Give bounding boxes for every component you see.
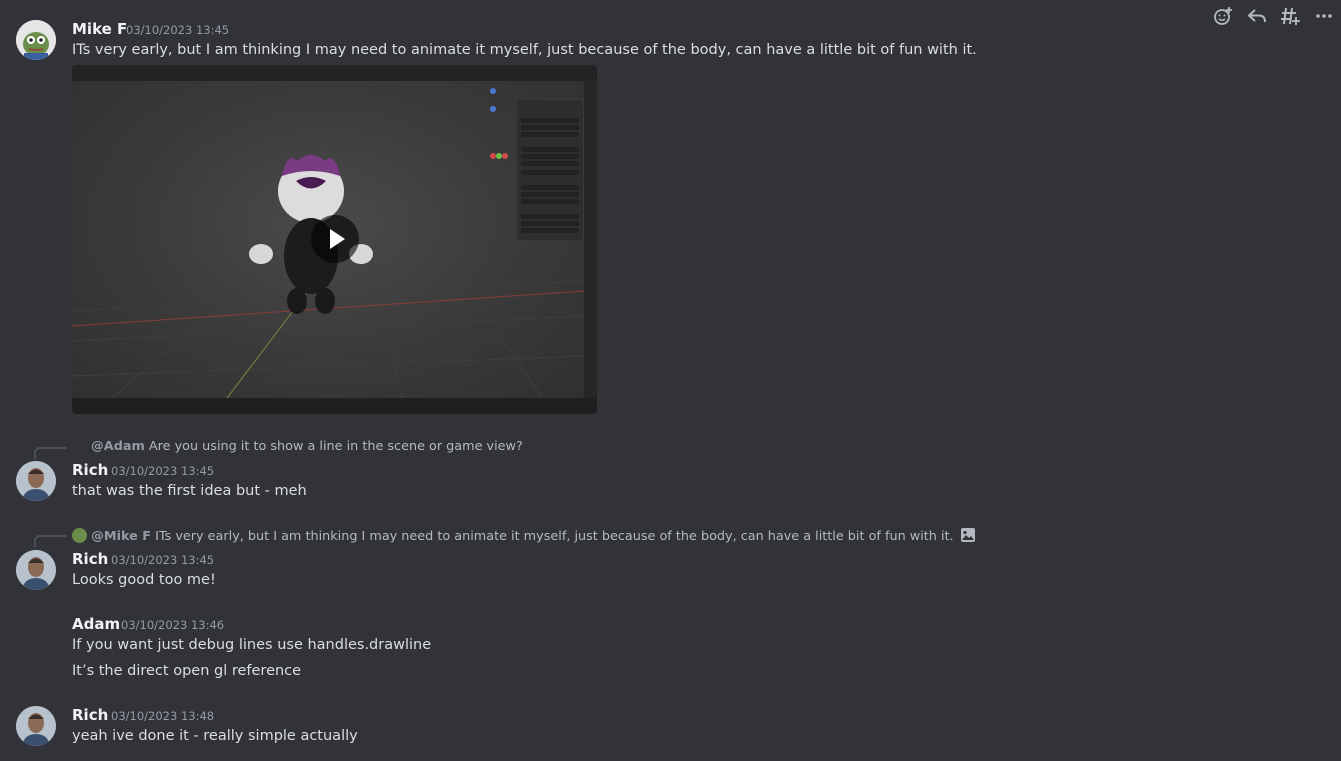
add-reaction-icon[interactable]	[1211, 4, 1235, 28]
message-text: that was the first idea but - meh	[72, 483, 307, 499]
reply-text: ITs very early, but I am thinking I may …	[155, 529, 954, 544]
username[interactable]: Rich	[72, 461, 108, 479]
reply-preview[interactable]: @Adam Are you using it to show a line in…	[91, 439, 523, 454]
avatar-rich[interactable]	[16, 706, 56, 746]
play-icon[interactable]	[311, 215, 359, 263]
message-text: If you want just debug lines use handles…	[72, 637, 432, 653]
username[interactable]: Mike F	[72, 20, 127, 38]
blender-timeline-bar	[72, 398, 597, 414]
reply-text: Are you using it to show a line in the s…	[148, 439, 523, 454]
reply-avatar	[72, 528, 87, 543]
message-actions-bar	[1206, 0, 1341, 32]
blender-side-tabs	[584, 81, 597, 398]
reply-mention[interactable]: @Mike F	[91, 529, 151, 544]
timestamp: 03/10/2023 13:46	[121, 618, 225, 632]
timestamp: 03/10/2023 13:45	[111, 464, 215, 478]
more-icon[interactable]	[1312, 4, 1336, 28]
avatar-mike-f[interactable]	[16, 20, 56, 60]
image-attachment[interactable]	[72, 65, 597, 414]
timestamp: 03/10/2023 13:45	[111, 553, 215, 567]
message-text: ITs very early, but I am thinking I may …	[72, 42, 977, 58]
reply-icon[interactable]	[1245, 4, 1269, 28]
reply-connector	[34, 535, 66, 547]
username[interactable]: Rich	[72, 550, 108, 568]
blender-properties-panel	[516, 99, 584, 241]
create-thread-icon[interactable]	[1278, 4, 1302, 28]
avatar-rich[interactable]	[16, 550, 56, 590]
image-icon	[960, 527, 976, 547]
reply-preview[interactable]: @Mike F ITs very early, but I am thinkin…	[72, 527, 976, 547]
message-text: yeah ive done it - really simple actuall…	[72, 728, 358, 744]
message-text: Looks good too me!	[72, 572, 216, 588]
blender-header-bar	[72, 65, 597, 81]
timestamp: 03/10/2023 13:45	[126, 23, 230, 37]
username[interactable]: Rich	[72, 706, 108, 724]
reply-connector	[34, 447, 66, 459]
username[interactable]: Adam	[72, 615, 120, 633]
message-text: It’s the direct open gl reference	[72, 663, 302, 679]
avatar-rich[interactable]	[16, 461, 56, 501]
timestamp: 03/10/2023 13:48	[111, 709, 215, 723]
reply-mention[interactable]: @Adam	[91, 439, 145, 454]
